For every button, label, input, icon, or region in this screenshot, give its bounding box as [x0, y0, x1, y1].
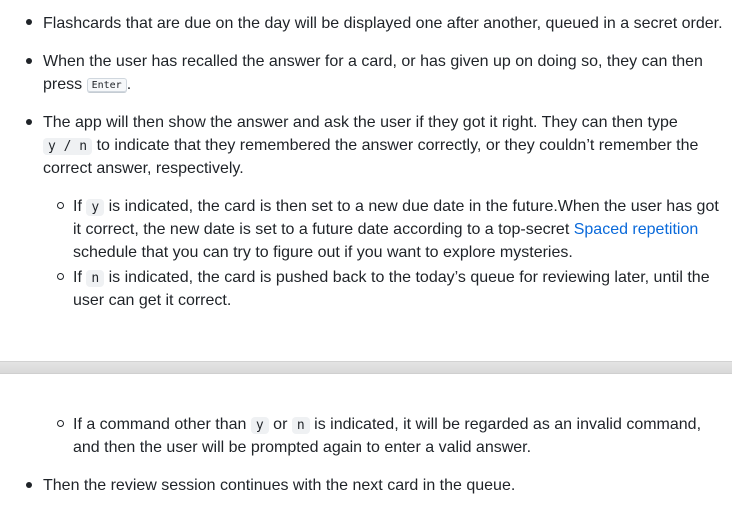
list-item-text: it correct, the new date is set to a fut… — [73, 221, 570, 238]
list-item-text: and then the user will be prompted again… — [73, 439, 532, 456]
list-item-text: user can get it correct. — [73, 292, 232, 309]
list-item-text: When the user has recalled the answer fo… — [43, 53, 703, 70]
bullet-dot — [26, 58, 32, 64]
bullet-ring — [57, 420, 64, 427]
page-divider — [0, 361, 732, 374]
list-item-text: Flashcards that are due on the day will … — [43, 15, 723, 32]
inline-code: y — [250, 417, 269, 434]
list-item-text: to indicate that they remembered the ans… — [96, 137, 699, 154]
inline-code: y / n — [43, 138, 93, 155]
list-item-text: The app will then show the answer and as… — [43, 114, 678, 131]
inline-code: y — [86, 199, 105, 216]
list-item-text: If — [73, 269, 82, 286]
inline-code: n — [86, 270, 105, 287]
bullet-dot — [26, 19, 32, 25]
enter-key: Enter — [86, 78, 127, 93]
list-item-text: correct answer, respectively. — [43, 160, 244, 177]
list-item-text: press — [43, 76, 83, 93]
list-item-text: or — [273, 416, 288, 433]
list-item-text: schedule that you can try to figure out … — [73, 244, 573, 261]
period: . — [126, 76, 132, 93]
list-item-text: Then the review session continues with t… — [43, 477, 516, 494]
bullet-dot — [26, 119, 32, 125]
list-item-text: is indicated, the card is then set to a … — [108, 198, 719, 215]
inline-code: n — [291, 417, 310, 434]
list-item-text: is indicated, it will be regarded as an … — [314, 416, 702, 433]
list-item-text: is indicated, the card is pushed back to… — [108, 269, 710, 286]
list-item-text: If a command other than — [73, 416, 247, 433]
list-item-text: If — [73, 198, 82, 215]
spaced-repetition-link[interactable]: Spaced repetition — [574, 221, 699, 238]
bullet-dot — [26, 482, 32, 488]
bullet-ring — [57, 202, 64, 209]
bullet-ring — [57, 273, 64, 280]
